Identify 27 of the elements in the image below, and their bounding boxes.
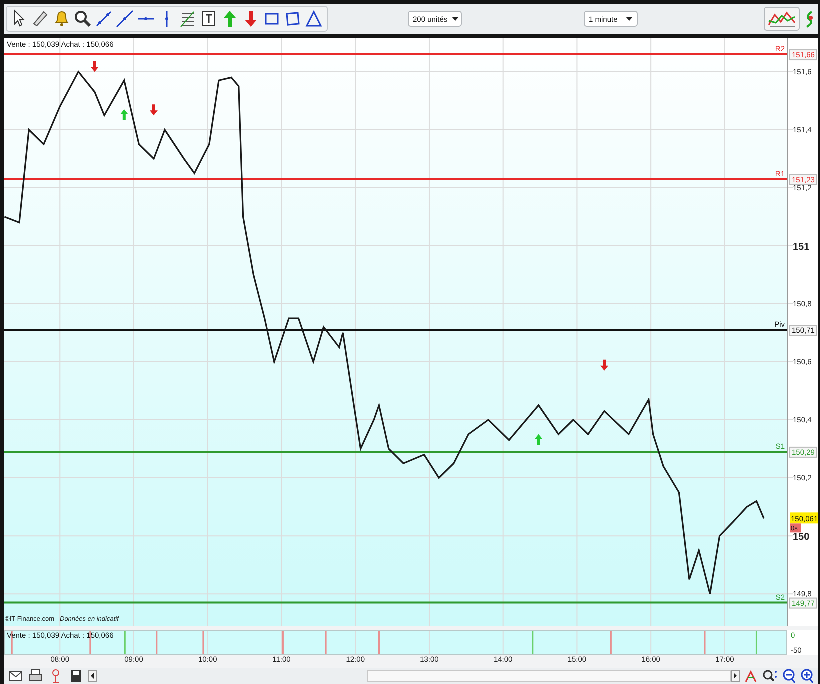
scroll-left-icon[interactable] xyxy=(88,670,97,682)
axis-label: 151 xyxy=(793,242,810,253)
bell-icon[interactable] xyxy=(52,9,72,29)
up-arrow-icon xyxy=(120,109,128,120)
search-icon[interactable] xyxy=(762,668,778,684)
triangle-icon[interactable] xyxy=(304,9,324,29)
line-tool-icon[interactable] xyxy=(115,9,135,29)
chart-tool-icon[interactable] xyxy=(744,668,758,684)
scroll-thumb[interactable] xyxy=(367,670,731,682)
caret-icon xyxy=(452,16,459,22)
save-icon[interactable] xyxy=(68,668,84,684)
up-arrow-icon xyxy=(534,434,543,446)
chart-type-button[interactable] xyxy=(764,7,800,31)
zoom-in-icon[interactable] xyxy=(800,668,814,684)
axis-label: 150 xyxy=(793,532,810,544)
scroll-right-icon[interactable] xyxy=(731,670,740,682)
zoom-out-icon[interactable] xyxy=(782,668,796,684)
line-chart-icon xyxy=(767,9,797,29)
caret-icon xyxy=(626,16,633,22)
scrollbar[interactable] xyxy=(88,670,740,682)
polygon-icon[interactable] xyxy=(283,9,303,29)
printer-icon[interactable] xyxy=(28,668,44,684)
search-icon[interactable] xyxy=(73,9,93,29)
down-arrow-icon xyxy=(150,104,158,116)
line-tool-icon[interactable] xyxy=(94,9,114,29)
down-arrow-icon xyxy=(600,360,609,371)
down-arrow-icon xyxy=(90,61,99,72)
